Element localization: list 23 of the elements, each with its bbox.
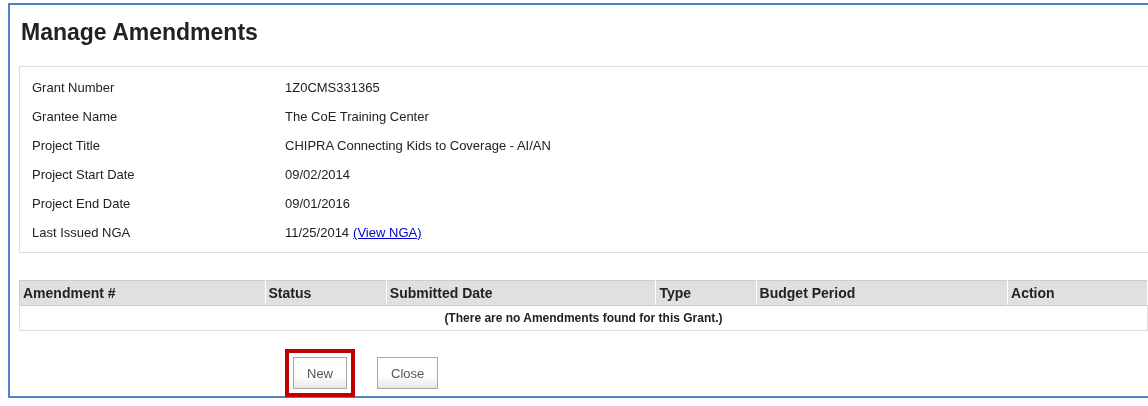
column-header: Status	[265, 280, 387, 306]
column-header: Submitted Date	[386, 280, 656, 306]
action-button[interactable]: Close	[377, 357, 439, 389]
field-value: 1Z0CMS331365	[285, 80, 380, 95]
field-value: 09/02/2014	[285, 167, 351, 182]
empty-message: (There are no Amendments found for this Grant.)	[19, 305, 1148, 331]
field-value: 09/01/2016	[285, 196, 351, 211]
page-title: Manage Amendments	[20, 18, 259, 47]
field-label: Grant Number	[32, 80, 116, 95]
action-button[interactable]: New	[293, 357, 347, 389]
field-label: Project Title	[32, 138, 101, 153]
field-value: The CoE Training Center	[285, 109, 429, 124]
field-label: Project Start Date	[32, 167, 136, 182]
field-value: 11/25/2014	[285, 225, 350, 240]
field-value: CHIPRA Connecting Kids to Coverage - AI/AN	[285, 138, 551, 153]
column-header: Action	[1007, 280, 1148, 306]
column-header: Amendment #	[19, 280, 265, 306]
view-nga-link[interactable]: (View NGA)	[353, 225, 422, 240]
column-header: Budget Period	[756, 280, 1008, 306]
field-label: Grantee Name	[32, 109, 119, 124]
field-label: Last Issued NGA	[32, 225, 132, 240]
field-label: Project End Date	[32, 196, 132, 211]
column-header: Type	[655, 280, 757, 306]
